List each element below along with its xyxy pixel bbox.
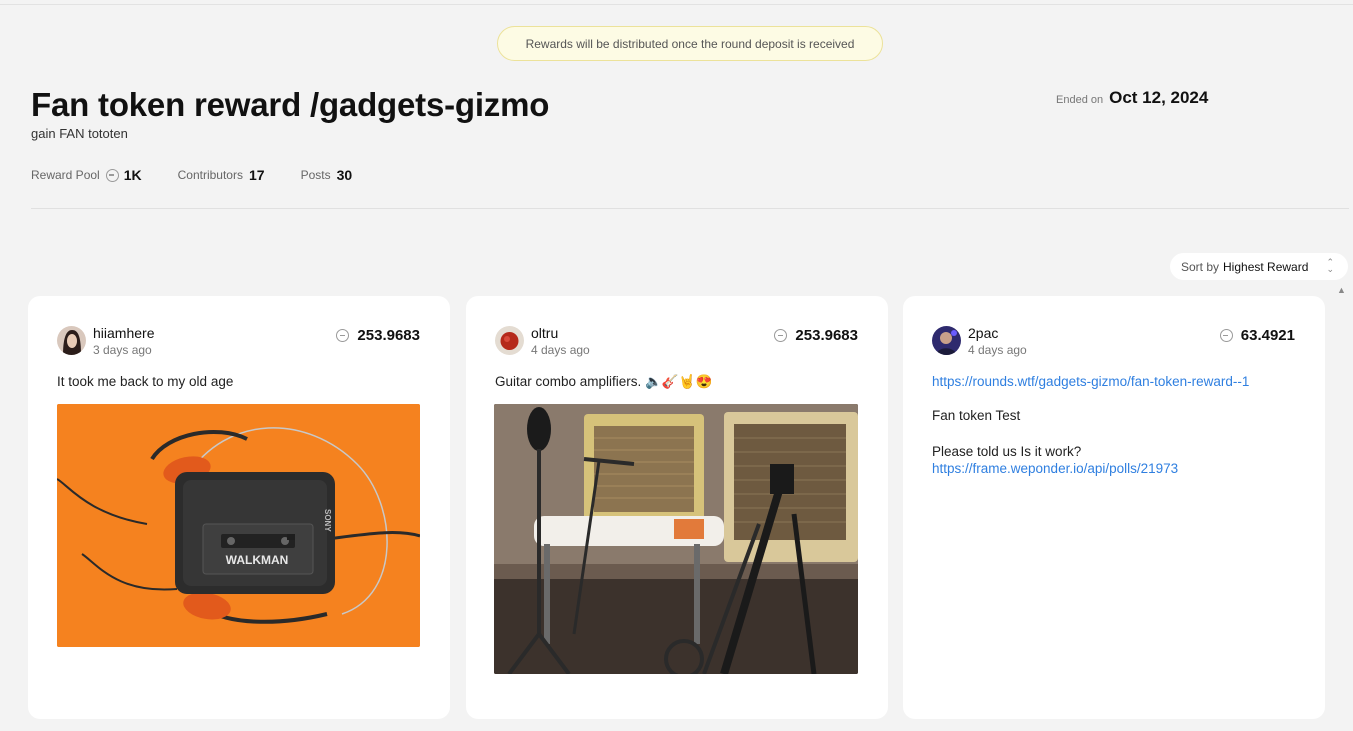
reward-pool-value: 1K <box>123 167 142 183</box>
stat-reward-pool: Reward Pool 1K <box>31 167 142 183</box>
post-reward-value: 253.9683 <box>795 327 858 344</box>
post-reward: 63.4921 <box>1219 327 1295 344</box>
sort-value: Highest Reward <box>1223 259 1309 274</box>
post-reward: 253.9683 <box>774 327 858 344</box>
post-image-walkman[interactable]: WALKMAN SONY <box>57 404 420 647</box>
post-time: 4 days ago <box>531 343 590 357</box>
stat-contributors: Contributors 17 <box>178 167 265 183</box>
sort-label: Sort by <box>1181 259 1220 274</box>
avatar[interactable] <box>932 326 961 355</box>
post-card[interactable]: 2pac 4 days ago 63.4921 https://rounds.w… <box>903 296 1325 719</box>
coin-icon <box>105 168 119 182</box>
coin-icon <box>1219 329 1233 342</box>
post-image-amplifiers[interactable] <box>494 404 858 674</box>
top-divider <box>0 4 1353 5</box>
post-time: 3 days ago <box>93 343 152 357</box>
chevron-up-down-icon: ⌃ ⌄ <box>1326 257 1334 274</box>
reward-pool-label: Reward Pool <box>31 168 100 182</box>
post-body: https://rounds.wtf/gadgets-gizmo/fan-tok… <box>932 374 1249 476</box>
post-card[interactable]: hiiamhere 3 days ago 253.9683 It took me… <box>28 296 450 719</box>
avatar[interactable] <box>495 326 524 355</box>
header-divider <box>31 208 1349 209</box>
round-stats: Reward Pool 1K Contributors 17 Posts 30 <box>31 167 388 183</box>
distribution-notice-banner: Rewards will be distributed once the rou… <box>497 26 883 61</box>
stat-posts: Posts 30 <box>301 167 353 183</box>
ended-date: Oct 12, 2024 <box>1109 88 1209 107</box>
ended-on: Ended on Oct 12, 2024 <box>1056 88 1208 108</box>
contributors-label: Contributors <box>177 168 243 182</box>
posts-value: 30 <box>336 167 353 183</box>
post-card[interactable]: oltru 4 days ago 253.9683 Guitar combo a… <box>466 296 888 719</box>
contributors-value: 17 <box>248 167 265 183</box>
post-text-line: Please told us Is it work? <box>932 444 1082 459</box>
post-time: 4 days ago <box>968 343 1027 357</box>
avatar[interactable] <box>57 326 86 355</box>
post-reward-value: 253.9683 <box>357 327 420 344</box>
post-username[interactable]: hiiamhere <box>93 325 154 341</box>
posts-label: Posts <box>300 168 331 182</box>
post-text: It took me back to my old age <box>57 374 234 389</box>
post-text: Guitar combo amplifiers. 🔈🎸🤘😍 <box>495 374 713 389</box>
sort-dropdown[interactable]: Sort by Highest Reward ⌃ ⌄ <box>1170 253 1348 280</box>
post-username[interactable]: oltru <box>531 325 558 341</box>
walkman-label: WALKMAN <box>226 553 289 567</box>
post-reward-value: 63.4921 <box>1240 327 1295 344</box>
post-username[interactable]: 2pac <box>968 325 998 341</box>
coin-icon <box>774 329 788 342</box>
coin-icon <box>336 329 350 342</box>
post-link-rounds[interactable]: https://rounds.wtf/gadgets-gizmo/fan-tok… <box>932 374 1249 389</box>
page-title: Fan token reward /gadgets-gizmo <box>31 86 550 123</box>
ended-label: Ended on <box>1056 94 1104 106</box>
banner-text: Rewards will be distributed once the rou… <box>525 36 855 51</box>
scroll-up-arrow-icon[interactable]: ▲ <box>1337 285 1346 295</box>
post-reward: 253.9683 <box>336 327 420 344</box>
post-text-line: Fan token Test <box>932 408 1021 423</box>
post-link-poll[interactable]: https://frame.weponder.io/api/polls/2197… <box>932 461 1178 476</box>
page-subtitle: gain FAN tototen <box>31 126 128 141</box>
sony-label: SONY <box>323 509 332 532</box>
